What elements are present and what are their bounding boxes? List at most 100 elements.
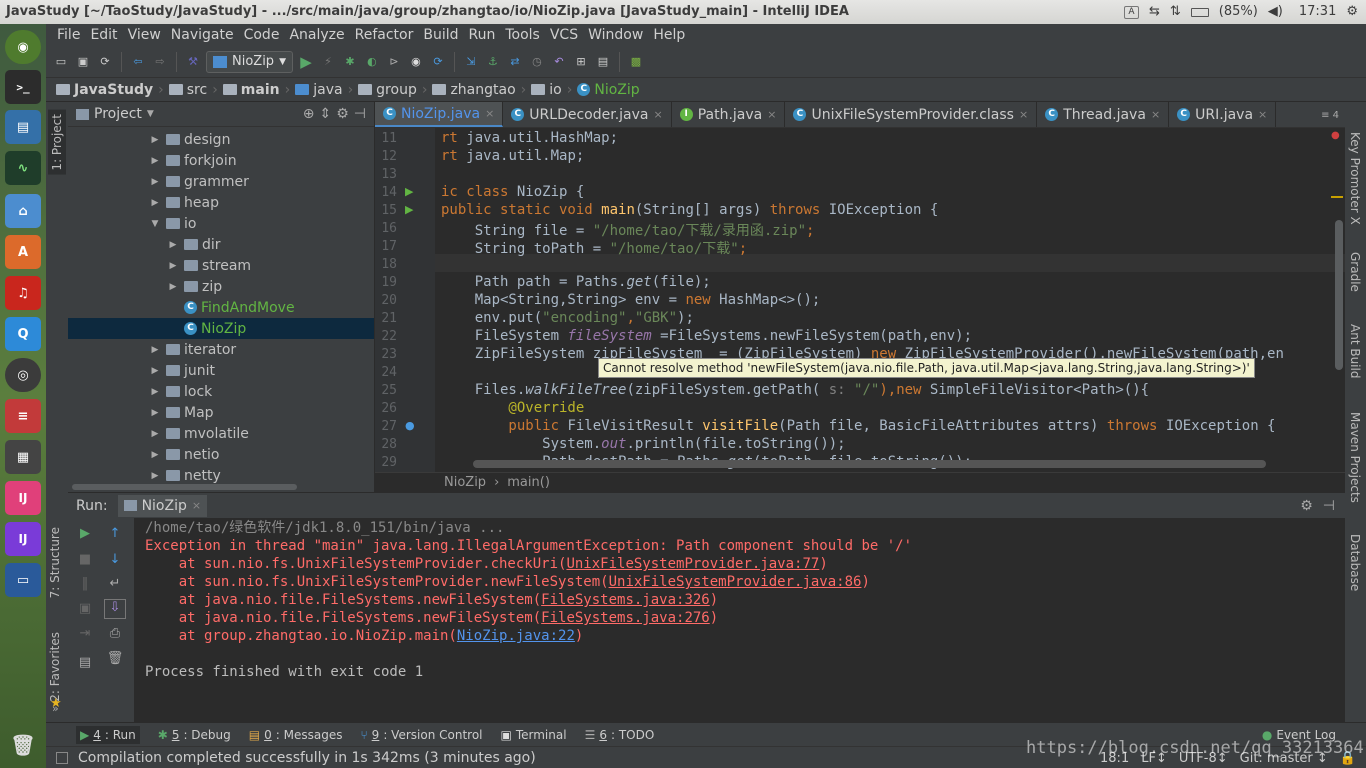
stop-icon[interactable]: ◉ bbox=[407, 53, 425, 71]
run-gutter-icon[interactable]: ▶ bbox=[405, 203, 413, 216]
expand-arrow-closed-icon[interactable]: ▶ bbox=[166, 261, 180, 271]
run-console[interactable]: /home/tao/绿色软件/jdk1.8.0_151/bin/java ...… bbox=[134, 518, 1345, 722]
menu-edit[interactable]: Edit bbox=[85, 27, 122, 43]
tree-folder-item[interactable]: ▶ netty bbox=[68, 465, 374, 486]
settings-gear-icon[interactable]: ⚙ bbox=[336, 106, 349, 122]
menu-analyze[interactable]: Analyze bbox=[284, 27, 349, 43]
tree-folder-item[interactable]: ▶ heap bbox=[68, 192, 374, 213]
menu-run[interactable]: Run bbox=[464, 27, 501, 43]
editor-tab[interactable]: C NioZip.java × bbox=[375, 102, 504, 127]
tool-tab-structure[interactable]: 7: Structure bbox=[48, 527, 62, 598]
close-tab-icon[interactable]: × bbox=[1151, 108, 1160, 121]
wifi-icon[interactable]: ⇅ bbox=[1170, 0, 1181, 24]
tree-folder-item[interactable]: ▶ Map bbox=[68, 402, 374, 423]
system-monitor-icon[interactable]: ∿ bbox=[5, 151, 41, 185]
tree-folder-item[interactable]: ▶ netio bbox=[68, 444, 374, 465]
breadcrumb-io[interactable]: io bbox=[531, 82, 562, 98]
menu-navigate[interactable]: Navigate bbox=[166, 27, 239, 43]
menu-file[interactable]: File bbox=[52, 27, 85, 43]
project-panel-title[interactable]: Project bbox=[94, 106, 142, 122]
menu-view[interactable]: View bbox=[123, 27, 166, 43]
expand-arrow-closed-icon[interactable]: ▶ bbox=[148, 366, 162, 376]
close-tab-icon[interactable]: × bbox=[653, 108, 662, 121]
expand-arrow-closed-icon[interactable]: ▶ bbox=[148, 135, 162, 145]
expand-arrow-closed-icon[interactable]: ▶ bbox=[148, 198, 162, 208]
vcs-commit-icon[interactable]: ⚓ bbox=[484, 53, 502, 71]
debug-bug-icon[interactable]: ✱ bbox=[341, 53, 359, 71]
tree-class-item[interactable]: C FindAndMove bbox=[68, 297, 374, 318]
run-configuration-select[interactable]: NioZip ▼ bbox=[206, 50, 293, 73]
collapse-all-icon[interactable]: ⇕ bbox=[320, 106, 332, 122]
breadcrumb-project[interactable]: JavaStudy bbox=[56, 82, 153, 98]
tree-folder-item[interactable]: ▶ stream bbox=[68, 255, 374, 276]
files-manager-icon[interactable]: ▤ bbox=[5, 110, 41, 144]
android-icon[interactable]: ▩ bbox=[627, 53, 645, 71]
tool-tab-project[interactable]: 1: Project bbox=[48, 110, 66, 175]
menu-tools[interactable]: Tools bbox=[500, 27, 545, 43]
tree-folder-item[interactable]: ▶ junit bbox=[68, 360, 374, 381]
bottom-tab-messages[interactable]: ▤ 0: Messages bbox=[249, 728, 343, 742]
menu-refactor[interactable]: Refactor bbox=[350, 27, 419, 43]
tree-folder-item[interactable]: ▶ zip bbox=[68, 276, 374, 297]
tabs-overflow-indicator[interactable]: ≡ 4 bbox=[1321, 110, 1339, 121]
tool-tab-database[interactable]: Database bbox=[1348, 534, 1362, 591]
editor-breadcrumb-class[interactable]: NioZip bbox=[444, 475, 486, 490]
tree-folder-item[interactable]: ▼ io bbox=[68, 213, 374, 234]
build-hammer-icon[interactable]: ⚒ bbox=[184, 53, 202, 71]
settings-gear-icon[interactable]: ⚙ bbox=[1346, 0, 1358, 24]
scroll-up-icon[interactable]: ↑ bbox=[106, 526, 124, 542]
menu-code[interactable]: Code bbox=[239, 27, 285, 43]
breadcrumb-src[interactable]: src bbox=[168, 82, 207, 98]
software-center-icon[interactable]: A bbox=[5, 235, 41, 269]
run-gutter-icon[interactable]: ▶ bbox=[405, 185, 413, 198]
tool-tab-ant-build[interactable]: Ant Build bbox=[1348, 324, 1362, 378]
revert-icon[interactable]: ↶ bbox=[550, 53, 568, 71]
editor-tab[interactable]: C UnixFileSystemProvider.class × bbox=[785, 102, 1038, 127]
profile-icon[interactable]: ◐ bbox=[363, 53, 381, 71]
clock[interactable]: 17:31 bbox=[1299, 0, 1336, 24]
volume-icon[interactable]: ◀) bbox=[1268, 0, 1283, 24]
close-tab-icon[interactable]: × bbox=[485, 107, 494, 120]
qq-icon[interactable]: Q bbox=[5, 317, 41, 351]
more-tools-icon[interactable]: » bbox=[52, 702, 59, 715]
editor-tab[interactable]: C URLDecoder.java × bbox=[503, 102, 672, 127]
breadcrumb-niozip[interactable]: C NioZip bbox=[577, 82, 640, 98]
code-editor[interactable]: 11 12 13 14 15 16 17 18 19 20 21 22 23 24 25 26 27 28 29 ▶ ▶… bbox=[375, 128, 1345, 473]
expand-arrow-closed-icon[interactable]: ▶ bbox=[166, 240, 180, 250]
tree-folder-item[interactable]: ▶ lock bbox=[68, 381, 374, 402]
expand-arrow-closed-icon[interactable]: ▶ bbox=[148, 429, 162, 439]
project-structure-icon[interactable]: ⊞ bbox=[572, 53, 590, 71]
expand-arrow-closed-icon[interactable]: ▶ bbox=[148, 177, 162, 187]
settings-gear-icon[interactable]: ⚙ bbox=[1300, 498, 1313, 514]
scroll-to-end-icon[interactable]: ⇩ bbox=[104, 599, 126, 619]
expand-arrow-closed-icon[interactable]: ▶ bbox=[148, 471, 162, 481]
hide-panel-icon[interactable]: ⊣ bbox=[1323, 498, 1335, 514]
bottom-tab-debug[interactable]: ✱ 5: Debug bbox=[158, 728, 231, 742]
update-icon[interactable]: ⟳ bbox=[429, 53, 447, 71]
editor-tab[interactable]: I Path.java × bbox=[672, 102, 786, 127]
vcs-update-icon[interactable]: ⇲ bbox=[462, 53, 480, 71]
expand-arrow-closed-icon[interactable]: ▶ bbox=[148, 450, 162, 460]
intellij-icon[interactable]: IJ bbox=[5, 481, 41, 515]
editor-tab[interactable]: C URI.java × bbox=[1169, 102, 1277, 127]
tree-folder-item[interactable]: ▶ dir bbox=[68, 234, 374, 255]
menu-window[interactable]: Window bbox=[583, 27, 648, 43]
attach-icon[interactable]: ⊳ bbox=[385, 53, 403, 71]
scroll-down-icon[interactable]: ↓ bbox=[106, 552, 124, 568]
stack-frame-link[interactable]: FileSystems.java:326 bbox=[541, 592, 710, 608]
trash-icon[interactable]: 🗑 bbox=[5, 728, 41, 762]
restore-layout-icon[interactable]: ▤ bbox=[76, 655, 94, 671]
menu-build[interactable]: Build bbox=[418, 27, 463, 43]
stack-frame-link[interactable]: UnixFileSystemProvider.java:77 bbox=[566, 556, 819, 572]
expand-arrow-open-icon[interactable]: ▼ bbox=[148, 219, 162, 229]
chevron-down-icon[interactable]: ▼ bbox=[147, 109, 154, 119]
breadcrumb-zhangtao[interactable]: zhangtao bbox=[432, 82, 516, 98]
stack-frame-link[interactable]: FileSystems.java:276 bbox=[541, 610, 710, 626]
tree-folder-item[interactable]: ▶ forkjoin bbox=[68, 150, 374, 171]
run-icon[interactable]: ▶ bbox=[297, 53, 315, 71]
ubuntu-dash-icon[interactable]: ◉ bbox=[5, 30, 41, 64]
bottom-tab-terminal[interactable]: ▣ Terminal bbox=[501, 728, 567, 742]
editor-vertical-scrollbar[interactable] bbox=[1335, 220, 1343, 370]
expand-arrow-closed-icon[interactable]: ▶ bbox=[148, 387, 162, 397]
status-message[interactable]: Compilation completed successfully in 1s… bbox=[78, 750, 536, 766]
